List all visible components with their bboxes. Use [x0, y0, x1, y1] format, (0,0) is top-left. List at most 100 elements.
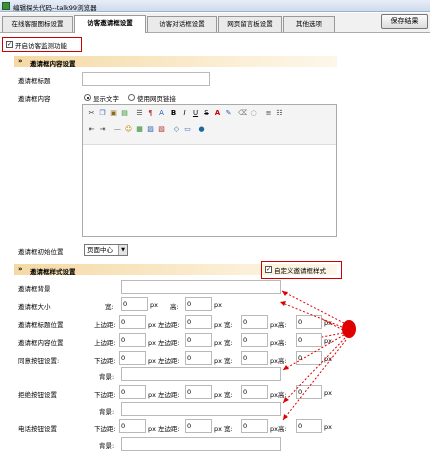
outdent-icon[interactable]: ⇤ — [87, 125, 96, 134]
phone-height-label: px高: — [270, 425, 287, 433]
accept-bottom-input[interactable]: 0 — [119, 351, 146, 365]
indent-icon[interactable]: ☰ — [135, 109, 144, 118]
phone-height-input[interactable]: 0 — [296, 419, 322, 433]
underline-icon[interactable]: U — [191, 109, 200, 118]
radio-use-link[interactable] — [128, 94, 135, 101]
content-pos-height-input[interactable]: 0 — [296, 333, 322, 347]
window-title: 编辑探头代码--talk99浏览器 — [13, 4, 97, 12]
copy-icon[interactable]: ❐ — [98, 109, 107, 118]
initial-position-select[interactable]: 页面中心 ▼ — [84, 244, 128, 256]
font-color-icon[interactable]: A — [213, 109, 222, 118]
phone-bottom-input[interactable]: 0 — [119, 419, 146, 433]
rich-text-editor[interactable]: ✂ ❐ ▣ ▤ ☰ ¶ A B I U S A ✎ ⌫ ◌ ≡ ☷ ⇤ ⇥ — … — [82, 104, 337, 237]
reject-left-input[interactable]: 0 — [185, 385, 212, 399]
size-height-input[interactable]: 0 — [185, 297, 212, 311]
reject-bottom-input[interactable]: 0 — [119, 385, 146, 399]
reject-left-label: px 左边距: — [148, 391, 180, 399]
enable-monitor-label: 开启访客监测功能 — [15, 42, 67, 50]
cut-icon[interactable]: ✂ — [87, 109, 96, 118]
reject-bg-label: 背景: — [99, 408, 115, 416]
initial-position-label: 邀请框初始位置 — [18, 248, 64, 256]
accept-left-label: px 左边距: — [148, 357, 180, 365]
indent-more-icon[interactable]: ⇥ — [98, 125, 107, 134]
annotation-dot — [342, 320, 356, 338]
invite-bg-label: 邀请框背景 — [18, 285, 51, 293]
tab-message-settings[interactable]: 网页留言板设置 — [218, 16, 282, 32]
tab-other-options[interactable]: 其他选项 — [283, 16, 335, 32]
section-arrow-icon: » — [18, 57, 23, 65]
title-pos-width-label: px 宽: — [214, 321, 233, 329]
hr-icon[interactable]: — — [113, 125, 122, 134]
title-pos-top-input[interactable]: 0 — [119, 315, 146, 329]
reject-height-input[interactable]: 0 — [296, 385, 322, 399]
title-pos-left-input[interactable]: 0 — [185, 315, 212, 329]
content-pos-label: 邀请框内容位置 — [18, 339, 64, 347]
accept-left-input[interactable]: 0 — [185, 351, 212, 365]
erase-icon[interactable]: ⌫ — [238, 109, 247, 118]
initial-position-value: 页面中心 — [87, 246, 113, 254]
align-left-icon[interactable]: ≡ — [264, 109, 273, 118]
phone-btn-label: 电话按钮设置 — [18, 425, 57, 433]
radio-show-text[interactable] — [84, 94, 91, 101]
content-section-header: » 邀请框内容设置 — [14, 56, 337, 68]
phone-bg-label: 背景: — [99, 442, 115, 450]
phone-left-input[interactable]: 0 — [185, 419, 212, 433]
content-pos-top-input[interactable]: 0 — [119, 333, 146, 347]
accept-width-input[interactable]: 0 — [241, 351, 268, 365]
content-pos-unit: px — [324, 337, 332, 345]
content-pos-width-input[interactable]: 0 — [241, 333, 268, 347]
invite-title-label: 邀请框标题 — [18, 77, 51, 85]
radio-show-text-label: 显示文字 — [93, 95, 119, 103]
content-section-title: 邀请框内容设置 — [30, 60, 76, 68]
reject-height-label: px高: — [270, 391, 287, 399]
title-pos-height-label: px高: — [270, 321, 287, 329]
tab-bar: 在线客服图标设置 访客邀请框设置 访客对话框设置 网页留言板设置 其他选项 — [0, 13, 430, 33]
accept-bg-input[interactable] — [121, 367, 281, 381]
save-button[interactable]: 保存结果 — [381, 14, 428, 29]
link-icon[interactable]: ◌ — [249, 109, 258, 118]
title-pos-label: 邀请框标题位置 — [18, 321, 64, 329]
accept-bg-label: 背景: — [99, 373, 115, 381]
italic-icon[interactable]: I — [180, 109, 189, 118]
strike-icon[interactable]: S — [202, 109, 211, 118]
media-icon[interactable]: ▭ — [183, 125, 192, 134]
content-pos-left-input[interactable]: 0 — [185, 333, 212, 347]
reject-bg-input[interactable] — [121, 402, 281, 416]
phone-left-label: px 左边距: — [148, 425, 180, 433]
paste-icon[interactable]: ▣ — [109, 109, 118, 118]
code-icon[interactable]: ◇ — [172, 125, 181, 134]
phone-width-input[interactable]: 0 — [241, 419, 268, 433]
font-icon[interactable]: A — [157, 109, 166, 118]
custom-style-checkbox[interactable]: ✓ — [265, 266, 272, 273]
content-pos-top-label: 上边距: — [94, 339, 116, 347]
paste-word-icon[interactable]: ▤ — [120, 109, 129, 118]
emoticon-icon[interactable]: ☺ — [124, 125, 133, 134]
invite-size-label: 邀请框大小 — [18, 303, 51, 311]
chevron-down-icon: ▼ — [118, 245, 127, 255]
format-icon[interactable]: ¶ — [146, 109, 155, 118]
reject-width-input[interactable]: 0 — [241, 385, 268, 399]
enable-monitor-checkbox[interactable]: ✓ — [6, 41, 13, 48]
reject-bottom-label: 下边距: — [94, 391, 116, 399]
accept-btn-label: 同意按钮设置: — [18, 357, 60, 365]
radio-use-link-label: 使用网页链接 — [137, 95, 176, 103]
globe-icon[interactable]: ● — [197, 125, 206, 134]
phone-bg-input[interactable] — [121, 437, 281, 451]
invite-bg-input[interactable] — [121, 280, 281, 294]
invite-title-input[interactable] — [82, 72, 210, 86]
title-pos-unit: px — [324, 319, 332, 327]
app-icon — [2, 2, 10, 10]
size-width-input[interactable]: 0 — [121, 297, 148, 311]
image-icon[interactable]: ▨ — [146, 125, 155, 134]
table-icon[interactable]: ▦ — [135, 125, 144, 134]
flash-icon[interactable]: ▧ — [157, 125, 166, 134]
title-pos-width-input[interactable]: 0 — [241, 315, 268, 329]
title-pos-height-input[interactable]: 0 — [296, 315, 322, 329]
highlight-icon[interactable]: ✎ — [224, 109, 233, 118]
tab-invite-settings[interactable]: 访客邀请框设置 — [74, 15, 146, 33]
tab-dialog-settings[interactable]: 访客对话框设置 — [147, 16, 217, 32]
tab-icon-settings[interactable]: 在线客服图标设置 — [2, 16, 73, 32]
list-icon[interactable]: ☷ — [275, 109, 284, 118]
bold-icon[interactable]: B — [169, 109, 178, 118]
accept-height-input[interactable]: 0 — [296, 351, 322, 365]
